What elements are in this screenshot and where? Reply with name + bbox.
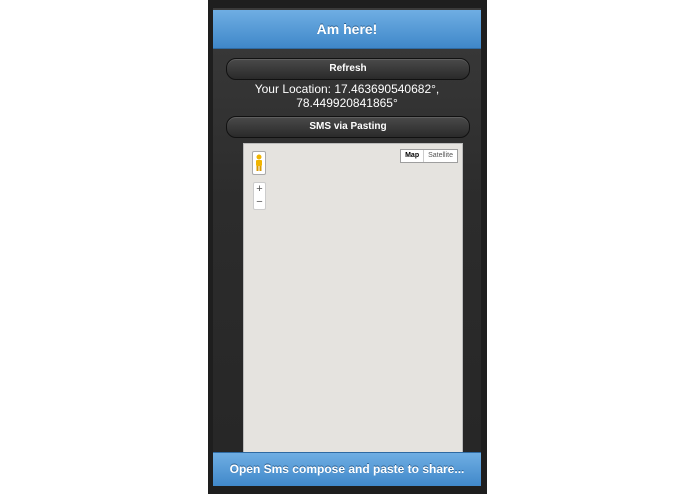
open-sms-compose-button[interactable]: Open Sms compose and paste to share... <box>213 452 481 486</box>
zoom-out-button[interactable]: − <box>254 196 265 209</box>
app-screen: Am here! Refresh Your Location: 17.46369… <box>213 8 481 486</box>
location-line-2: 78.449920841865° <box>296 96 398 110</box>
sms-via-pasting-button[interactable]: SMS via Pasting <box>226 116 470 138</box>
phone-frame: Am here! Refresh Your Location: 17.46369… <box>208 0 487 494</box>
map-view[interactable]: + − Map Satellite <box>243 143 463 457</box>
refresh-button[interactable]: Refresh <box>226 58 470 80</box>
app-title: Am here! <box>316 21 378 37</box>
location-line-1: Your Location: 17.463690540682°, <box>254 82 440 96</box>
location-text: Your Location: 17.463690540682°, 78.4499… <box>213 82 481 110</box>
map-type-control: Map Satellite <box>400 149 458 163</box>
pegman-icon[interactable] <box>252 151 266 175</box>
zoom-in-button[interactable]: + <box>254 183 265 196</box>
zoom-control: + − <box>253 182 266 210</box>
map-type-map-button[interactable]: Map <box>401 150 425 162</box>
app-header: Am here! <box>213 10 481 49</box>
map-type-satellite-button[interactable]: Satellite <box>424 150 457 162</box>
